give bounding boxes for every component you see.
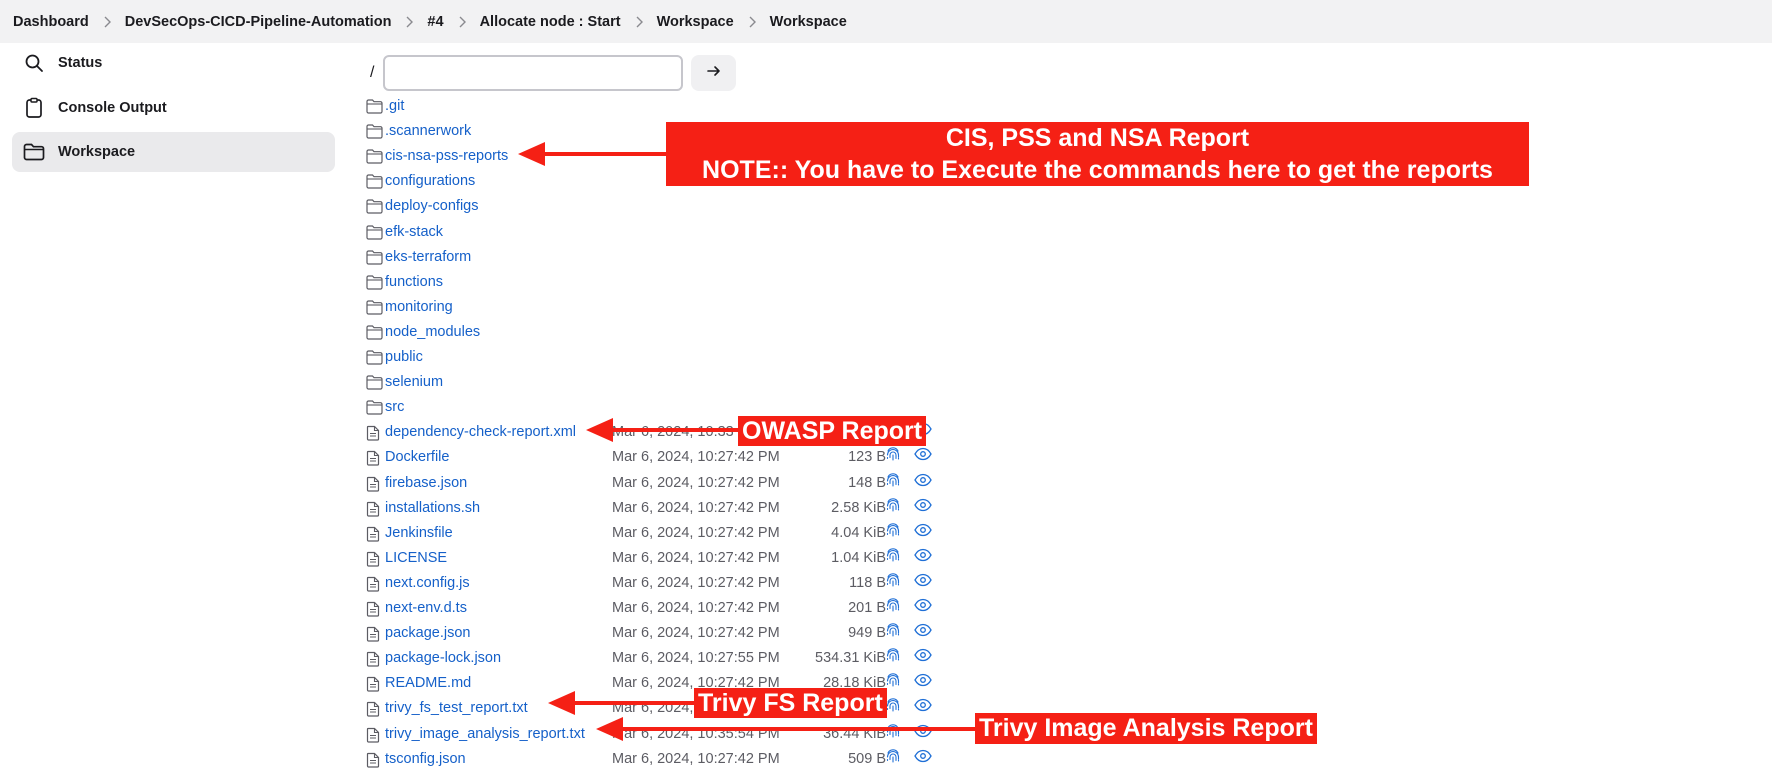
annotation-arrows — [518, 142, 975, 741]
arrow-owasp-head — [586, 418, 613, 442]
arrow-trivy-fs-head — [548, 691, 575, 715]
arrow-cis-head — [518, 142, 545, 166]
arrow-trivy-image-head — [596, 717, 623, 741]
